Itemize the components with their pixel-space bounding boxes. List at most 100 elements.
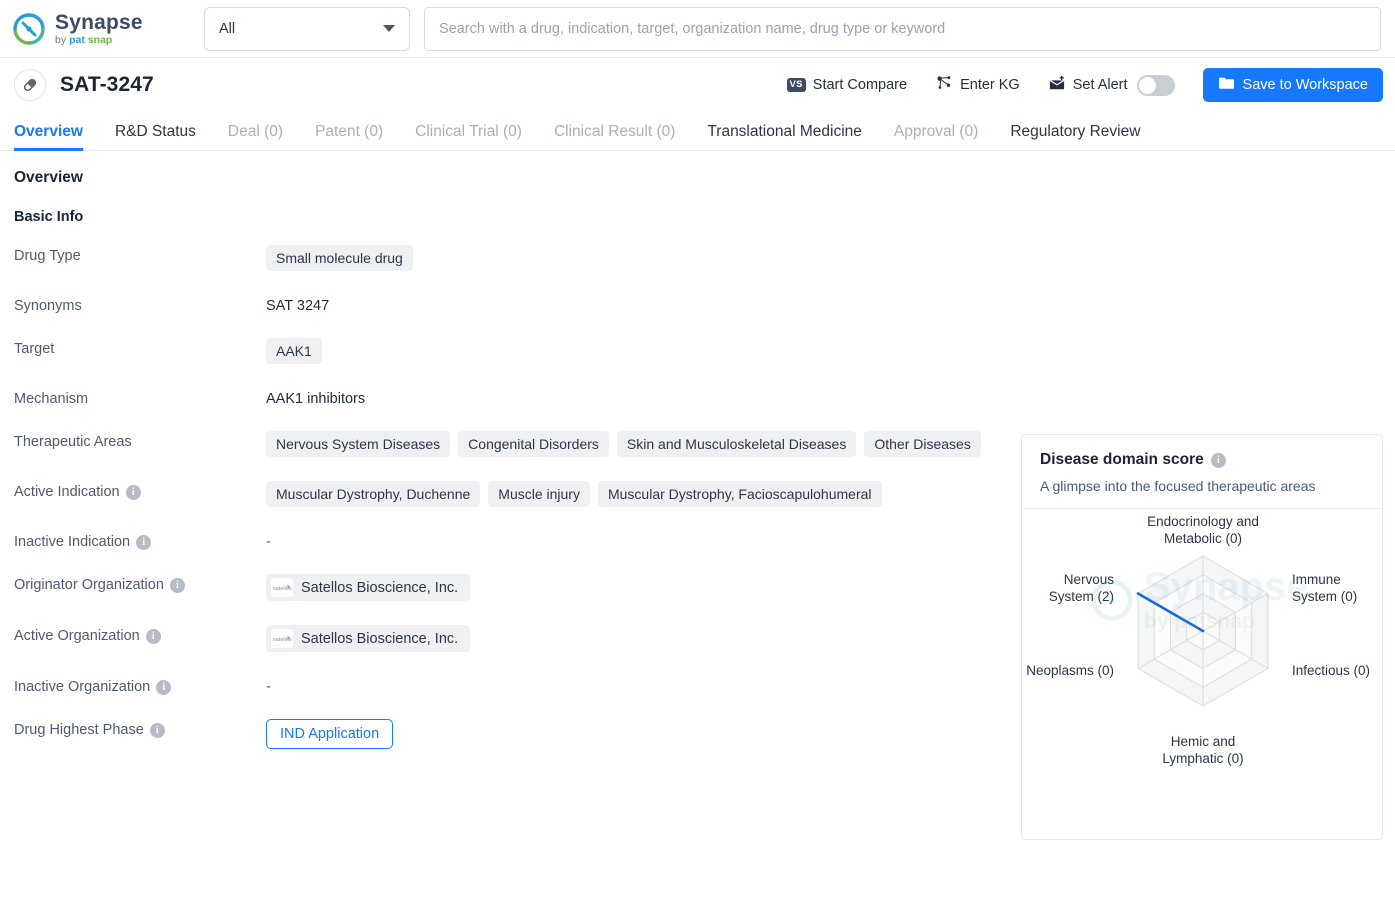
enter-kg-button[interactable]: Enter KG — [921, 68, 1034, 102]
info-row-label: Mechanism — [14, 388, 266, 407]
search-scope-select[interactable]: All — [204, 6, 410, 51]
tab-approval-0[interactable]: Approval (0) — [878, 123, 994, 150]
brand-by: by — [55, 33, 67, 46]
radar-axis-label: Neoplasms (0) — [1026, 663, 1114, 678]
info-row-value: Muscular Dystrophy, Duchenne Muscle injur… — [266, 481, 986, 507]
info-row: Mechanism AAK1 inhibitors — [14, 388, 1381, 407]
radar-axis-label: Hemic and Lymphatic (0) — [1162, 734, 1243, 766]
tab-deal-0[interactable]: Deal (0) — [212, 123, 299, 150]
radar-axis-label: Endocrinology and Metabolic (0) — [1147, 514, 1259, 546]
label-text: Inactive Organization — [14, 679, 151, 695]
disease-domain-score-title-row: Disease domain score i — [1040, 451, 1364, 469]
info-row: Target AAK1 — [14, 338, 1381, 364]
enter-kg-label: Enter KG — [960, 77, 1020, 93]
radar-axis-label: Immune System (0) — [1292, 572, 1357, 604]
info-row-label: Inactive Organization i — [14, 676, 266, 695]
info-icon[interactable]: i — [149, 722, 165, 738]
info-icon[interactable]: i — [1210, 452, 1226, 468]
value-tag[interactable]: Other Diseases — [864, 431, 981, 457]
synapse-logo-icon — [12, 12, 46, 46]
info-icon[interactable]: i — [145, 628, 161, 644]
disease-domain-score-header: Disease domain score i A glimpse into th… — [1022, 435, 1382, 509]
search-input[interactable] — [424, 6, 1381, 51]
value-empty: - — [266, 679, 271, 695]
brand-pat: pat — [69, 33, 85, 46]
organization-tag[interactable]: satellos Satellos Bioscience, Inc. — [266, 574, 471, 601]
save-to-workspace-button[interactable]: Save to Workspace — [1202, 68, 1383, 102]
alert-bell-icon — [1048, 75, 1066, 95]
value-text: AAK1 inhibitors — [266, 391, 366, 407]
info-row-label: Inactive Indication i — [14, 531, 266, 550]
tab-overview[interactable]: Overview — [14, 123, 99, 151]
save-to-workspace-label: Save to Workspace — [1242, 77, 1368, 93]
info-icon[interactable]: i — [136, 534, 152, 550]
page-title: SAT-3247 — [60, 73, 154, 96]
value-tag[interactable]: Muscular Dystrophy, Duchenne — [266, 481, 481, 507]
info-row-value: satellos Satellos Bioscience, Inc. — [266, 574, 986, 601]
basic-info-heading: Basic Info — [14, 209, 84, 225]
info-icon[interactable]: i — [125, 484, 141, 500]
tab-r-d-status[interactable]: R&D Status — [99, 123, 212, 150]
tab-clinical-trial-0[interactable]: Clinical Trial (0) — [399, 123, 538, 150]
radar-svg: Endocrinology and Metabolic (0) Immune Syst… — [1026, 514, 1370, 766]
info-row-value: IND Application — [266, 719, 986, 749]
info-row-label: Active Indication i — [14, 481, 266, 500]
knowledge-graph-icon — [935, 75, 953, 95]
disease-domain-radar-chart: Synapse by patsnap Endocrinology andMeta… — [1022, 509, 1382, 813]
label-text: Therapeutic Areas — [14, 434, 132, 450]
info-row-label: Synonyms — [14, 295, 266, 314]
info-row-label: Target — [14, 338, 266, 357]
value-tag[interactable]: AAK1 — [266, 338, 322, 364]
label-text: Active Organization — [14, 628, 140, 644]
value-tag[interactable]: Nervous System Diseases — [266, 431, 451, 457]
info-row-value: satellos Satellos Bioscience, Inc. — [266, 625, 986, 652]
disease-domain-score-subtitle: A glimpse into the focused therapeutic a… — [1040, 478, 1316, 494]
organization-logo-icon: satellos — [271, 629, 293, 648]
brand-name: Synapse — [55, 10, 143, 34]
capsule-icon — [14, 69, 46, 101]
value-tag[interactable]: Small molecule drug — [266, 245, 413, 271]
info-row-label: Drug Highest Phase i — [14, 719, 266, 738]
tab-translational-medicine[interactable]: Translational Medicine — [691, 123, 878, 150]
label-text: Drug Type — [14, 248, 81, 264]
info-row-value: - — [266, 676, 986, 695]
overview-heading: Overview — [14, 169, 83, 186]
tab-clinical-result-0[interactable]: Clinical Result (0) — [538, 123, 691, 150]
info-row: Drug Type Small molecule drug — [14, 245, 1381, 271]
folder-icon — [1218, 76, 1235, 94]
info-row-label: Active Organization i — [14, 625, 266, 644]
start-compare-button[interactable]: VS Start Compare — [773, 68, 922, 102]
organization-tag[interactable]: satellos Satellos Bioscience, Inc. — [266, 625, 471, 652]
set-alert-button[interactable]: Set Alert — [1034, 68, 1189, 102]
value-tag[interactable]: Skin and Musculoskeletal Diseases — [616, 431, 857, 457]
tab-regulatory-review[interactable]: Regulatory Review — [994, 123, 1156, 150]
organization-name: Satellos Bioscience, Inc. — [301, 630, 459, 647]
set-alert-toggle[interactable] — [1136, 74, 1175, 96]
info-icon[interactable]: i — [169, 577, 185, 593]
organization-name: Satellos Bioscience, Inc. — [301, 579, 459, 596]
tab-patent-0[interactable]: Patent (0) — [299, 123, 399, 150]
drug-highest-phase-button[interactable]: IND Application — [266, 719, 394, 749]
brand-logo-area[interactable]: Synapse by pat snap — [12, 12, 194, 46]
value-tag[interactable]: Congenital Disorders — [458, 431, 609, 457]
label-text: Drug Highest Phase — [14, 722, 144, 738]
info-row-value: Nervous System Diseases Congenital Disord… — [266, 431, 986, 457]
label-text: Mechanism — [14, 391, 89, 407]
label-text: Synonyms — [14, 298, 82, 314]
value-tag[interactable]: Muscular Dystrophy, Facioscapulohumeral — [597, 481, 882, 507]
info-icon[interactable]: i — [156, 679, 172, 695]
radar-axis-label: Nervous System (2) — [1049, 572, 1115, 604]
chevron-down-icon — [383, 25, 395, 32]
overview-page: Overview Basic Info Drug Type Small molec… — [0, 151, 1395, 915]
info-row-value: - — [266, 531, 986, 550]
label-text: Active Indication — [14, 484, 120, 500]
value-tag[interactable]: Muscle injury — [488, 481, 590, 507]
search-scope-value: All — [219, 20, 236, 37]
info-row-label: Therapeutic Areas — [14, 431, 266, 450]
info-row-value: AAK1 inhibitors — [266, 388, 986, 407]
tab-bar: Overview R&D Status Deal (0) Patent (0) Clin… — [0, 112, 1395, 151]
header-actions: VS Start Compare Enter KG Set Alert Save… — [773, 68, 1383, 102]
label-text: Inactive Indication — [14, 534, 131, 550]
info-row-label: Originator Organization i — [14, 574, 266, 593]
set-alert-label: Set Alert — [1072, 77, 1128, 93]
